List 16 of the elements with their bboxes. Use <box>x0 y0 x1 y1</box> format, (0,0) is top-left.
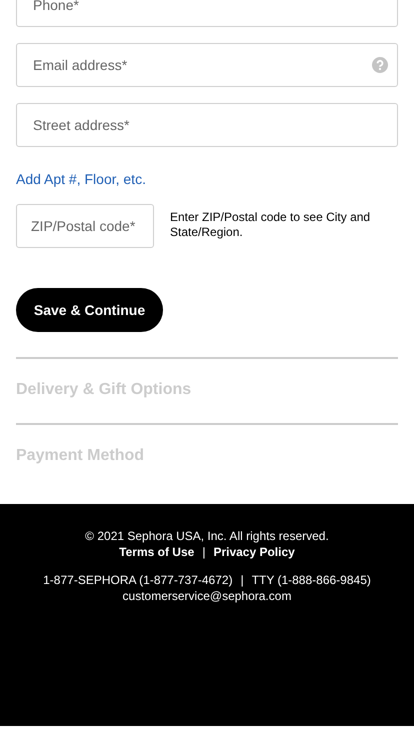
input-field[interactable]: Street address* <box>16 103 398 147</box>
zip-field[interactable]: ZIP/Postal code* <box>16 204 154 248</box>
save-continue-button[interactable]: Save & Continue <box>16 288 163 332</box>
zip-hint: Enter ZIP/Postal code to see City and State/Region. <box>170 210 372 240</box>
copyright-text: © 2021 Sephora USA, Inc. All rights reserved. <box>84 529 330 543</box>
footer-link[interactable]: Terms of Use <box>119 545 194 559</box>
footer-link[interactable]: Privacy Policy <box>213 545 295 559</box>
phone-number: 1-877-SEPHORA (1-877-737-4672) <box>43 573 233 587</box>
phone-number: TTY (1-888-866-9845) <box>252 573 371 587</box>
add-apartment-link[interactable]: Add Apt #, Floor, etc. <box>16 171 146 187</box>
separator-text: | <box>202 545 206 559</box>
input-field[interactable]: Phone* <box>16 0 398 27</box>
separator-text: | <box>240 573 244 587</box>
input-field[interactable]: Email address* <box>16 43 398 87</box>
email-address[interactable]: customerservice@sephora.com <box>0 589 414 603</box>
help-icon[interactable] <box>372 57 388 73</box>
